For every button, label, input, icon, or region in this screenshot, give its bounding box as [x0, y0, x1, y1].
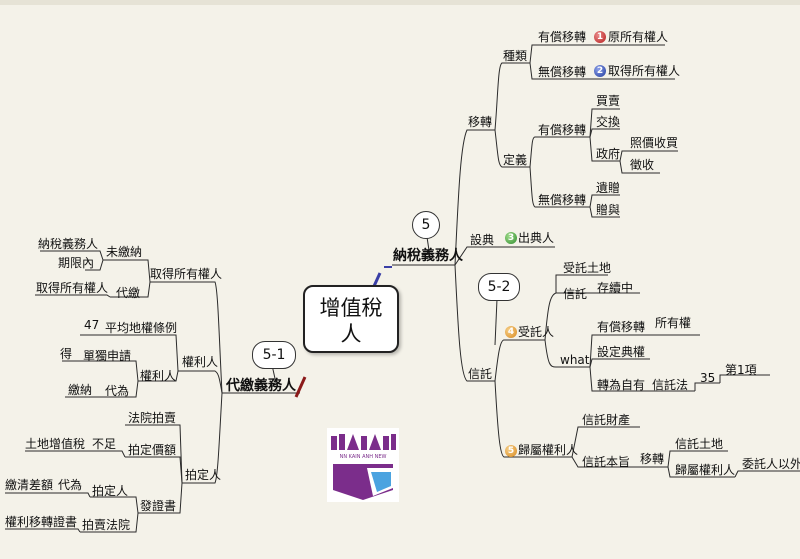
node-to-self[interactable]: 轉為自有: [597, 378, 645, 392]
brand-logo: NN KAIN ANH NEW: [327, 428, 399, 502]
node-trust[interactable]: 信託: [468, 367, 492, 381]
node-art35[interactable]: 35: [700, 371, 715, 385]
node-what[interactable]: what: [560, 353, 589, 367]
connector: [589, 128, 620, 138]
connector: [529, 44, 590, 64]
connector: [494, 298, 498, 346]
connector: [529, 136, 590, 168]
connector: [103, 259, 151, 283]
node-insufficient[interactable]: 不足: [92, 437, 116, 451]
callout-5-2: 5-2: [478, 273, 520, 301]
callout-5-1: 5-1: [252, 341, 296, 369]
node-acquiring-owner[interactable]: 取得所有權人: [608, 64, 680, 78]
node-n47[interactable]: 47: [84, 318, 99, 332]
node-court-auction[interactable]: 法院拍賣: [128, 411, 176, 425]
connector: [90, 496, 139, 514]
node-rights-holder-2[interactable]: 權利人: [140, 369, 176, 383]
node-de[interactable]: 得: [60, 347, 72, 361]
badge-4: 4: [505, 326, 517, 338]
mindmap-canvas: 增值稅 人 5 5-2 5-1 納稅義務人 移轉 種類 有償移轉 1 原所有權人…: [0, 0, 800, 554]
node-beneficiary[interactable]: 歸屬權利人: [518, 443, 578, 457]
node-ownership[interactable]: 所有權: [655, 316, 691, 330]
center-title-line2: 人: [340, 322, 362, 346]
node-paid-transfer-2[interactable]: 有償移轉: [538, 123, 586, 137]
connector: [589, 358, 650, 368]
node-expropriation[interactable]: 徵收: [630, 158, 654, 172]
node-taxpayer[interactable]: 納稅義務人: [393, 249, 463, 263]
connector: [494, 62, 530, 131]
connector: [125, 456, 183, 484]
node-art-pinjun[interactable]: 平均地權條例: [105, 321, 177, 335]
node-exchange[interactable]: 交換: [596, 115, 620, 129]
node-trust-land-1[interactable]: 受託土地: [563, 261, 611, 275]
node-deadline[interactable]: 期限內: [58, 256, 94, 270]
node-trust-property[interactable]: 信託財產: [582, 413, 630, 427]
node-trust-law[interactable]: 信託法: [652, 378, 688, 392]
node-acquire-owner[interactable]: 取得所有權人: [150, 267, 222, 281]
connector: [571, 426, 640, 458]
node-sale[interactable]: 買賣: [596, 94, 620, 108]
badge-1: 1: [594, 31, 606, 43]
node-winning-bidder-2[interactable]: 拍定人: [92, 484, 128, 498]
node-trust-word[interactable]: 信託: [563, 287, 587, 301]
center-title-line1: 增值稅: [319, 296, 383, 320]
node-not-settlor[interactable]: 委託人以外: [742, 457, 800, 471]
connector: [178, 370, 223, 394]
node-definition[interactable]: 定義: [503, 153, 527, 167]
node-pay-off[interactable]: 繳清差額: [5, 478, 53, 492]
node-rights-holder[interactable]: 權利人: [182, 355, 218, 369]
node-transfer-cert[interactable]: 權利移轉證書: [5, 515, 77, 529]
node-transfer[interactable]: 移轉: [468, 115, 492, 129]
node-item1[interactable]: 第1項: [725, 363, 757, 377]
node-acquire-owner-2[interactable]: 取得所有權人: [36, 281, 108, 295]
connector: [494, 339, 545, 382]
node-free-transfer-2[interactable]: 無償移轉: [538, 193, 586, 207]
badge-5: 5: [505, 445, 517, 457]
connector: [734, 470, 800, 478]
node-beneficiary-2[interactable]: 歸屬權利人: [675, 463, 735, 477]
callout-5: 5: [412, 211, 440, 239]
node-unpaid[interactable]: 未繳納: [106, 245, 142, 259]
node-auction-price[interactable]: 拍定價額: [128, 443, 176, 457]
badge-3: 3: [505, 232, 517, 244]
node-land-vat[interactable]: 土地增值稅: [25, 437, 85, 451]
node-dian-holder[interactable]: 出典人: [518, 231, 554, 245]
node-set-dian[interactable]: 設定典權: [597, 345, 645, 359]
node-sole-apply[interactable]: 單獨申請: [83, 349, 131, 363]
node-pay[interactable]: 繳納: [68, 383, 92, 397]
node-in-force[interactable]: 存續中: [597, 281, 633, 295]
connector: [55, 492, 91, 498]
node-paid-transfer-3[interactable]: 有償移轉: [597, 320, 645, 334]
node-original-owner[interactable]: 原所有權人: [608, 30, 668, 44]
connector: [5, 528, 81, 533]
node-bequest[interactable]: 遺贈: [596, 181, 620, 195]
node-gift[interactable]: 贈與: [596, 203, 620, 217]
connector: [80, 360, 139, 382]
connector: [35, 294, 111, 298]
logo-caption: NN KAIN ANH NEW: [340, 454, 387, 460]
node-government[interactable]: 政府: [596, 147, 620, 161]
node-pay-on-behalf[interactable]: 代繳: [116, 286, 140, 300]
node-trust-purpose[interactable]: 信託本旨: [582, 455, 630, 469]
node-auction-court[interactable]: 拍賣法院: [82, 518, 130, 532]
node-on-behalf[interactable]: 代為: [105, 384, 129, 398]
node-trust-land-2[interactable]: 信託土地: [675, 437, 723, 451]
connector: [294, 376, 307, 398]
node-taxpayer-left[interactable]: 納稅義務人: [38, 237, 98, 251]
connector: [90, 450, 126, 458]
badge-2: 2: [594, 65, 606, 77]
center-node[interactable]: 增值稅 人: [303, 285, 399, 353]
node-price-purchase[interactable]: 照價收買: [630, 136, 678, 150]
node-transfer-2[interactable]: 移轉: [640, 452, 664, 466]
node-dian[interactable]: 設典: [470, 233, 494, 247]
node-free-transfer-1[interactable]: 無償移轉: [538, 65, 586, 79]
node-winning-bidder[interactable]: 拍定人: [185, 468, 221, 482]
node-on-behalf-2[interactable]: 代為: [58, 478, 82, 492]
node-issue[interactable]: 發證書: [140, 499, 176, 513]
node-trustee[interactable]: 受託人: [518, 325, 554, 339]
node-paid-transfer-1[interactable]: 有償移轉: [538, 30, 586, 44]
node-types[interactable]: 種類: [503, 49, 527, 63]
node-withholding-agent[interactable]: 代繳義務人: [226, 379, 296, 393]
